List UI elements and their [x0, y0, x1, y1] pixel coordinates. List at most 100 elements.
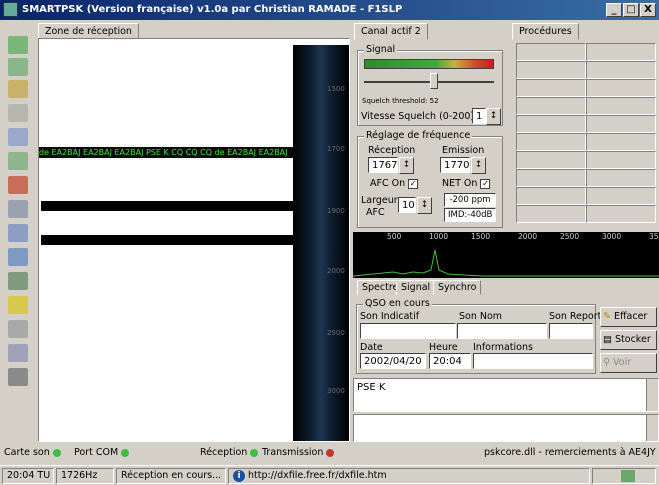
log-icon[interactable]: [8, 104, 28, 122]
status-dot-icon: [52, 448, 61, 457]
title-bar: SMARTPSK (Version française) v1.0a par C…: [0, 0, 659, 20]
procedure-cell[interactable]: [586, 115, 656, 133]
vitesse-spinner[interactable]: ↕: [486, 108, 501, 125]
time-display: 20:04 TU: [2, 468, 54, 484]
date-input[interactable]: 2002/04/20: [360, 353, 426, 369]
tree-icon[interactable]: [8, 152, 28, 170]
url-link: http://dxfile.free.fr/dxfile.htm: [248, 470, 387, 481]
largeur-label: Largeur: [361, 195, 398, 206]
tab-signal[interactable]: Signal: [396, 280, 436, 295]
signal-meter: [364, 59, 494, 69]
squelch-threshold-label: Squelch threshold: 52: [362, 97, 439, 105]
son-nom-input[interactable]: [457, 323, 547, 339]
url-display[interactable]: i http://dxfile.free.fr/dxfile.htm: [228, 468, 590, 484]
procedure-cell[interactable]: [516, 169, 586, 187]
procedure-cell[interactable]: [586, 43, 656, 61]
afc-check-icon: ✓: [408, 178, 419, 189]
tray-icon[interactable]: [621, 470, 635, 482]
bulb-icon[interactable]: [8, 296, 28, 314]
procedure-cell[interactable]: [586, 133, 656, 151]
carte-son-status: Carte son: [4, 444, 64, 462]
close-button[interactable]: X: [640, 3, 656, 17]
heure-input[interactable]: 20:04: [429, 353, 471, 369]
maximize-button[interactable]: □: [623, 3, 639, 17]
emission-frequency-input[interactable]: 1770: [440, 157, 470, 173]
tab-synchro[interactable]: Synchro: [433, 280, 482, 295]
largeur-afc-input[interactable]: 10: [398, 197, 416, 213]
procedures-grid: [516, 43, 656, 225]
procedure-cell[interactable]: [516, 43, 586, 61]
son-report-input[interactable]: [549, 323, 593, 339]
largeur-spinner[interactable]: ↕: [417, 197, 432, 214]
procedure-cell[interactable]: [516, 61, 586, 79]
voir-button[interactable]: ⚲ Voir: [600, 353, 657, 373]
tab-procedures[interactable]: Procédures: [512, 23, 579, 40]
display-icon[interactable]: [8, 200, 28, 218]
spectrum-display[interactable]: 500 1000 1500 2000 2500 3000 35: [353, 232, 659, 278]
informations-input[interactable]: [473, 353, 593, 369]
son-nom-label: Son Nom: [459, 311, 503, 322]
emission-spinner[interactable]: ↕: [471, 157, 486, 174]
procedure-cell[interactable]: [516, 97, 586, 115]
procedure-cell[interactable]: [516, 205, 586, 223]
squelch-slider[interactable]: [430, 73, 438, 89]
vitesse-squelch-input[interactable]: 1: [472, 108, 486, 124]
radio-icon[interactable]: [8, 36, 28, 54]
reception-spinner[interactable]: ↕: [399, 157, 414, 174]
effacer-button[interactable]: ✎ Effacer: [600, 307, 657, 327]
procedure-cell[interactable]: [586, 79, 656, 97]
info-icon: i: [233, 470, 245, 482]
procedure-cell[interactable]: [516, 133, 586, 151]
frequency-group: Réglage de fréquence Réception Emission …: [357, 130, 503, 228]
procedure-cell[interactable]: [516, 187, 586, 205]
chart-icon[interactable]: [8, 248, 28, 266]
minimize-button[interactable]: _: [606, 3, 622, 17]
son-indicatif-input[interactable]: [360, 323, 456, 339]
imd-display: IMD:-40dB: [444, 208, 496, 222]
qso-group: QSO en cours Son Indicatif Son Nom Son R…: [356, 298, 601, 374]
procedure-cell[interactable]: [516, 79, 586, 97]
save-icon: ▤: [603, 334, 612, 345]
pencil-icon[interactable]: [8, 80, 28, 98]
state-display: Réception en cours...: [116, 468, 226, 484]
grid-icon[interactable]: [8, 224, 28, 242]
procedure-cell[interactable]: [586, 187, 656, 205]
procedure-cell[interactable]: [516, 151, 586, 169]
app-icon: [3, 2, 18, 17]
procedure-cell[interactable]: [586, 151, 656, 169]
vitesse-squelch-label: Vitesse Squelch (0-200): [361, 111, 475, 122]
reception-zone[interactable]: de EA2BAJ EA2BAJ EA2BAJ PSE K CQ CQ CQ d…: [38, 38, 350, 442]
help-icon[interactable]: [8, 344, 28, 362]
tray-area: [592, 468, 656, 484]
text-icon[interactable]: [8, 128, 28, 146]
antenna-icon[interactable]: [8, 368, 28, 386]
arrow-icon[interactable]: [8, 176, 28, 194]
spectrum-tick: 500: [387, 232, 402, 241]
transmit-scrollbar[interactable]: [646, 379, 658, 411]
procedure-cell[interactable]: [516, 115, 586, 133]
stocker-button[interactable]: ▤ Stocker: [600, 330, 657, 350]
port-com-status: Port COM: [74, 444, 132, 462]
compose-text-area[interactable]: [353, 414, 659, 442]
date-label: Date: [360, 342, 383, 353]
spectrum-tick: 2500: [560, 232, 580, 241]
reception-frequency-input[interactable]: 1767: [368, 157, 398, 173]
net-on-checkbox[interactable]: NET On ✓: [442, 178, 491, 189]
voir-label: Voir: [613, 357, 632, 368]
procedure-cell[interactable]: [586, 169, 656, 187]
note-icon[interactable]: [8, 320, 28, 338]
document-icon[interactable]: [8, 58, 28, 76]
procedure-cell[interactable]: [586, 61, 656, 79]
map-icon[interactable]: [8, 272, 28, 290]
transmit-text-area[interactable]: PSE K: [353, 378, 659, 412]
tab-canal-actif[interactable]: Canal actif 2: [354, 23, 428, 40]
stocker-label: Stocker: [615, 334, 651, 345]
decoded-text-line: de EA2BAJ EA2BAJ EA2BAJ PSE K CQ CQ CQ d…: [39, 147, 293, 158]
afc-on-checkbox[interactable]: AFC On ✓: [370, 178, 419, 189]
spectrum-tick: 2000: [518, 232, 538, 241]
waterfall-label: 1700: [327, 145, 345, 153]
compose-scrollbar[interactable]: [646, 415, 658, 441]
procedure-cell[interactable]: [586, 205, 656, 223]
procedure-cell[interactable]: [586, 97, 656, 115]
waterfall-display[interactable]: 1500 1700 1900 2000 2500 3000: [293, 45, 349, 441]
